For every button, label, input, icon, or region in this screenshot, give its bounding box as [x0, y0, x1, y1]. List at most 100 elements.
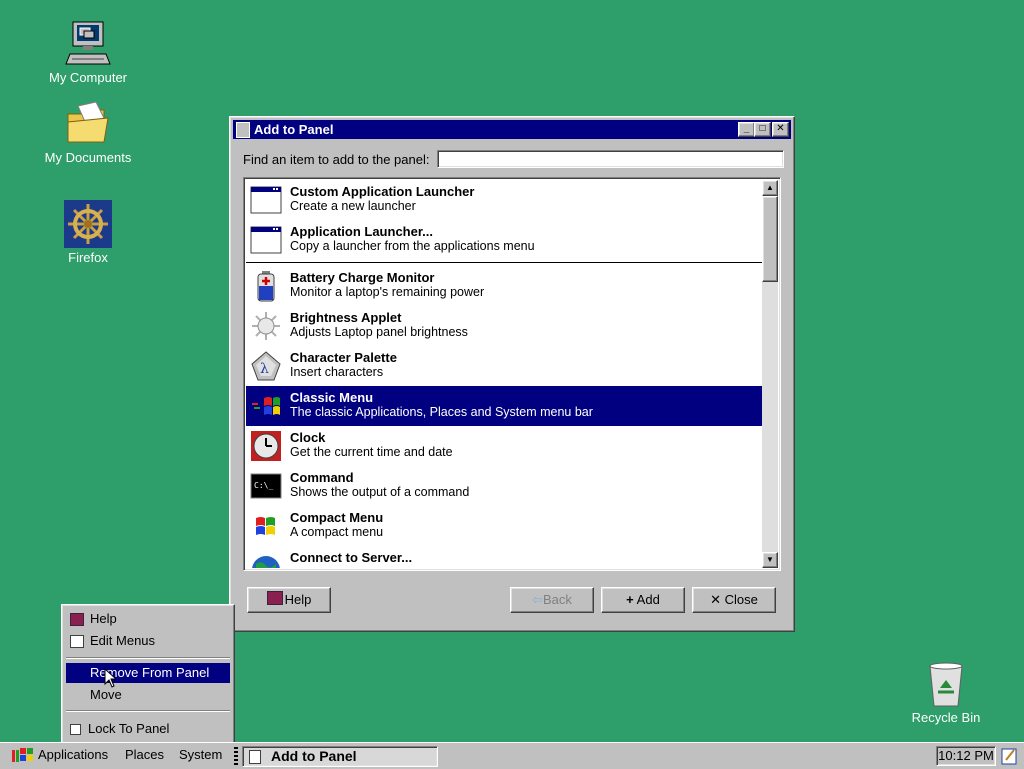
- desktop-icon-label: Recycle Bin: [911, 710, 981, 725]
- item-desc: The classic Applications, Places and Sys…: [290, 405, 593, 419]
- lambda-key-icon: λ: [250, 350, 282, 382]
- menu-item-lock-to-panel[interactable]: Lock To Panel: [66, 719, 230, 739]
- item-name: Clock: [290, 430, 326, 445]
- help-button[interactable]: Help: [247, 587, 331, 613]
- system-menu[interactable]: System: [179, 747, 222, 762]
- battery-icon: [250, 270, 282, 302]
- add-to-panel-dialog: Add to Panel _ □ ✕ Find an item to add t…: [229, 116, 795, 632]
- menu-item-label: Edit Menus: [90, 633, 156, 648]
- book-icon: [266, 591, 283, 605]
- scroll-down-button[interactable]: ▼: [762, 552, 778, 568]
- menu-item-move[interactable]: Move: [66, 685, 230, 705]
- svg-text:C:\_: C:\_: [254, 481, 273, 490]
- globe-icon: [250, 550, 282, 568]
- add-button[interactable]: + Add: [601, 587, 685, 613]
- list-item[interactable]: Custom Application Launcher Create a new…: [246, 180, 764, 220]
- lock-checkbox[interactable]: [70, 724, 81, 735]
- close-window-button[interactable]: ✕: [772, 122, 789, 137]
- terminal-icon: C:\_: [250, 470, 282, 502]
- menu-item-help[interactable]: Help: [66, 609, 230, 629]
- item-name: Character Palette: [290, 350, 397, 365]
- scroll-thumb[interactable]: [762, 196, 778, 282]
- item-name: Compact Menu: [290, 510, 384, 525]
- places-menu[interactable]: Places: [125, 747, 164, 762]
- item-name: Brightness Applet: [290, 310, 402, 325]
- panel-context-menu: Help Edit Menus Remove From Panel Move L…: [61, 604, 235, 744]
- menu-separator: [66, 657, 230, 659]
- back-button[interactable]: ⇦Back: [510, 587, 594, 613]
- recycle-bin-icon: [922, 660, 970, 708]
- menu-separator: [66, 710, 230, 712]
- desktop-icon-firefox[interactable]: Firefox: [38, 200, 138, 265]
- clock-icon: [250, 430, 282, 462]
- list-item[interactable]: λ Character Palette Insert characters: [246, 346, 764, 386]
- window-menu-icon[interactable]: [236, 122, 250, 138]
- desktop-icon-label: Firefox: [68, 250, 108, 265]
- help-book-icon: [70, 613, 84, 626]
- item-name: Classic Menu: [290, 390, 374, 405]
- menu-item-remove-from-panel[interactable]: Remove From Panel: [66, 663, 230, 683]
- close-button[interactable]: ✕ Close: [692, 587, 776, 613]
- item-desc: Shows the output of a command: [290, 485, 470, 499]
- applications-menu-icon: [12, 748, 34, 763]
- computer-icon: [64, 20, 112, 68]
- dialog-title: Add to Panel: [254, 122, 334, 137]
- windows-flag-icon: [250, 390, 282, 422]
- back-button-label: Back: [543, 592, 572, 607]
- list-item[interactable]: C:\_ Command Shows the output of a comma…: [246, 466, 764, 506]
- list-item[interactable]: Brightness Applet Adjusts Laptop panel b…: [246, 306, 764, 346]
- taskbar-clock[interactable]: 10:12 PM: [936, 746, 996, 766]
- dialog-titlebar[interactable]: Add to Panel _ □ ✕: [233, 120, 791, 139]
- list-item[interactable]: Compact Menu A compact menu: [246, 506, 764, 546]
- svg-text:λ: λ: [260, 361, 269, 377]
- item-name: Custom Application Launcher: [290, 184, 475, 199]
- sun-icon: [250, 310, 282, 342]
- scroll-up-button[interactable]: ▲: [762, 180, 778, 196]
- close-button-label: Close: [724, 592, 758, 607]
- item-list: Custom Application Launcher Create a new…: [243, 177, 781, 571]
- item-name: Connect to Server...: [290, 550, 413, 565]
- menu-item-label: Lock To Panel: [88, 721, 170, 736]
- close-icon: ✕: [710, 592, 722, 607]
- windows-flag-icon: [250, 510, 282, 542]
- find-label: Find an item to add to the panel:: [243, 152, 430, 167]
- menu-item-edit-menus[interactable]: Edit Menus: [66, 631, 230, 651]
- applications-menu[interactable]: Applications: [38, 747, 108, 762]
- folder-icon: [64, 100, 112, 148]
- list-item[interactable]: Connect to Server...: [246, 546, 764, 568]
- menu-item-label: Help: [90, 611, 117, 626]
- desktop-icon-my-documents[interactable]: My Documents: [38, 100, 138, 165]
- mouse-pointer-icon: [104, 667, 118, 691]
- task-button-add-to-panel[interactable]: Add to Panel: [242, 746, 438, 767]
- help-button-label: Help: [284, 592, 312, 607]
- item-desc: A compact menu: [290, 525, 384, 539]
- list-item-selected[interactable]: Classic Menu The classic Applications, P…: [246, 386, 764, 426]
- maximize-button[interactable]: □: [754, 122, 771, 137]
- window-icon: [249, 750, 261, 764]
- list-item[interactable]: Battery Charge Monitor Monitor a laptop'…: [246, 266, 764, 306]
- item-name: Command: [290, 470, 354, 485]
- item-desc: Monitor a laptop's remaining power: [290, 285, 485, 299]
- list-scrollbar[interactable]: ▲ ▼: [762, 180, 778, 568]
- item-desc: Adjusts Laptop panel brightness: [290, 325, 468, 339]
- item-desc: Get the current time and date: [290, 445, 453, 459]
- list-item[interactable]: Clock Get the current time and date: [246, 426, 764, 466]
- item-name: Application Launcher...: [290, 224, 434, 239]
- desktop-icon-recycle-bin[interactable]: Recycle Bin: [896, 660, 996, 725]
- window-icon: [250, 224, 282, 256]
- item-desc: Create a new launcher: [290, 199, 416, 213]
- list-item[interactable]: Application Launcher... Copy a launcher …: [246, 220, 764, 260]
- desktop-icon-my-computer[interactable]: My Computer: [38, 20, 138, 85]
- back-arrow-icon: ⇦: [532, 592, 543, 607]
- find-input[interactable]: [437, 150, 784, 168]
- item-desc: Copy a launcher from the applications me…: [290, 239, 535, 253]
- panel-drag-handle[interactable]: [234, 747, 238, 765]
- add-button-label: Add: [636, 592, 660, 607]
- notes-icon[interactable]: [1000, 746, 1020, 766]
- plus-icon: +: [626, 592, 634, 607]
- task-button-label: Add to Panel: [271, 748, 357, 764]
- minimize-button[interactable]: _: [738, 122, 755, 137]
- item-name: Battery Charge Monitor: [290, 270, 435, 285]
- desktop-icon-label: My Computer: [48, 70, 128, 85]
- desktop-icon-label: My Documents: [44, 150, 132, 165]
